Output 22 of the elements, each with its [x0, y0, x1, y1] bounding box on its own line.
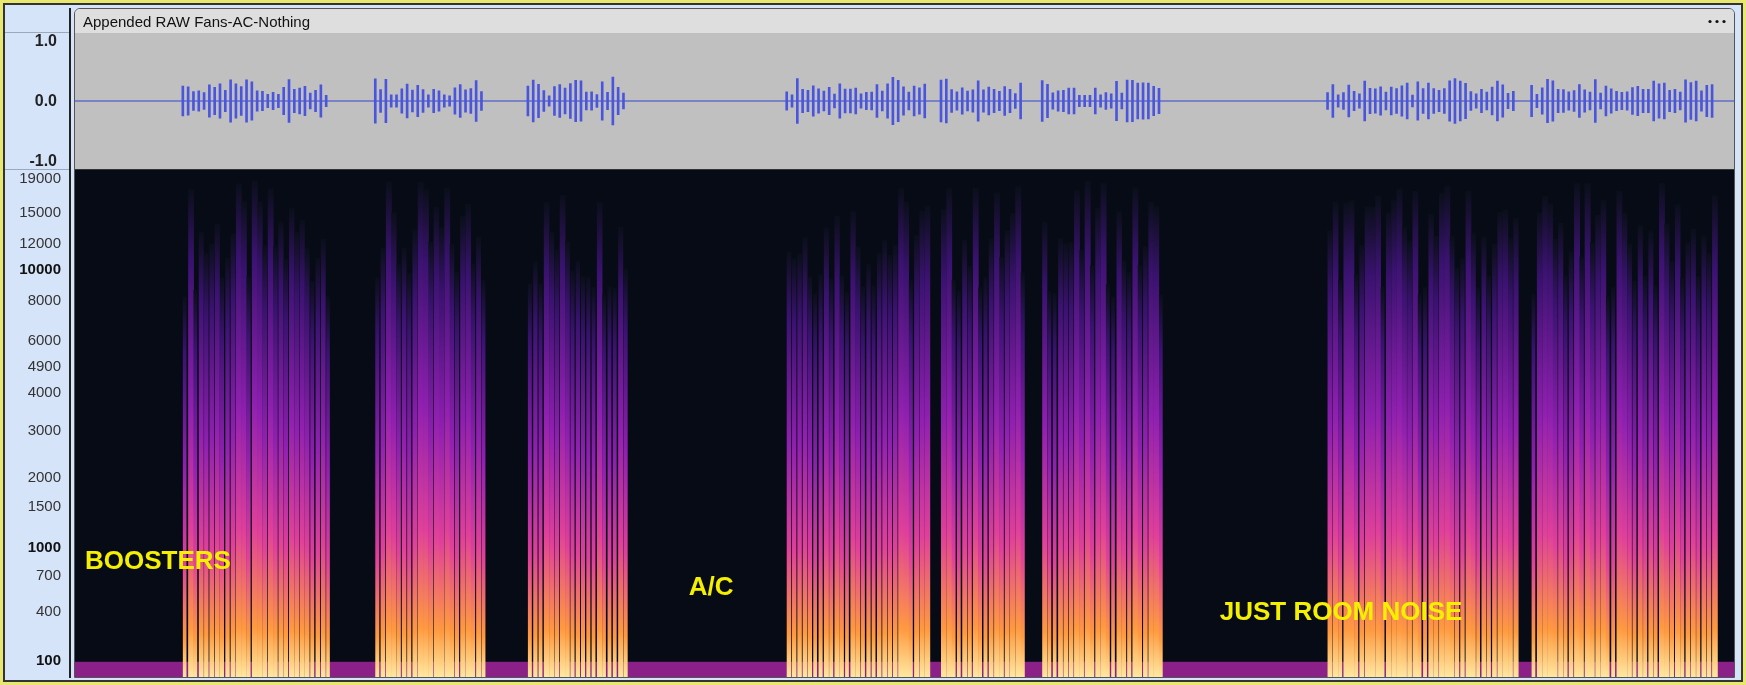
scale-label: 400 [35, 601, 61, 619]
scale-label: 19000 [19, 168, 61, 186]
scale-label: 2000 [27, 467, 61, 485]
scale-label: 1000 [27, 537, 61, 555]
scale-label: 4000 [27, 383, 61, 400]
menu-icon[interactable] [1708, 18, 1726, 24]
scale-label: 100 [35, 650, 61, 668]
clip-title-bar[interactable]: Appended RAW Fans-AC-Nothing [75, 9, 1734, 33]
annotation-label: A/C [688, 570, 734, 602]
scale-label: 10000 [19, 259, 61, 277]
scale-label: 3000 [27, 420, 61, 438]
scale-label: 1500 [27, 496, 61, 514]
clip-title: Appended RAW Fans-AC-Nothing [83, 12, 311, 30]
scale-label: -1.0 [29, 151, 57, 170]
scale-label: 12000 [19, 233, 61, 251]
scale-label: 700 [35, 565, 61, 583]
scale-label: 0.0 [34, 92, 57, 110]
scale-label: 4900 [27, 356, 61, 374]
scale-label: 8000 [27, 290, 61, 308]
scale-label: 6000 [27, 330, 61, 348]
scale-label: 15000 [19, 202, 61, 220]
scale-label: 1.0 [34, 32, 57, 51]
